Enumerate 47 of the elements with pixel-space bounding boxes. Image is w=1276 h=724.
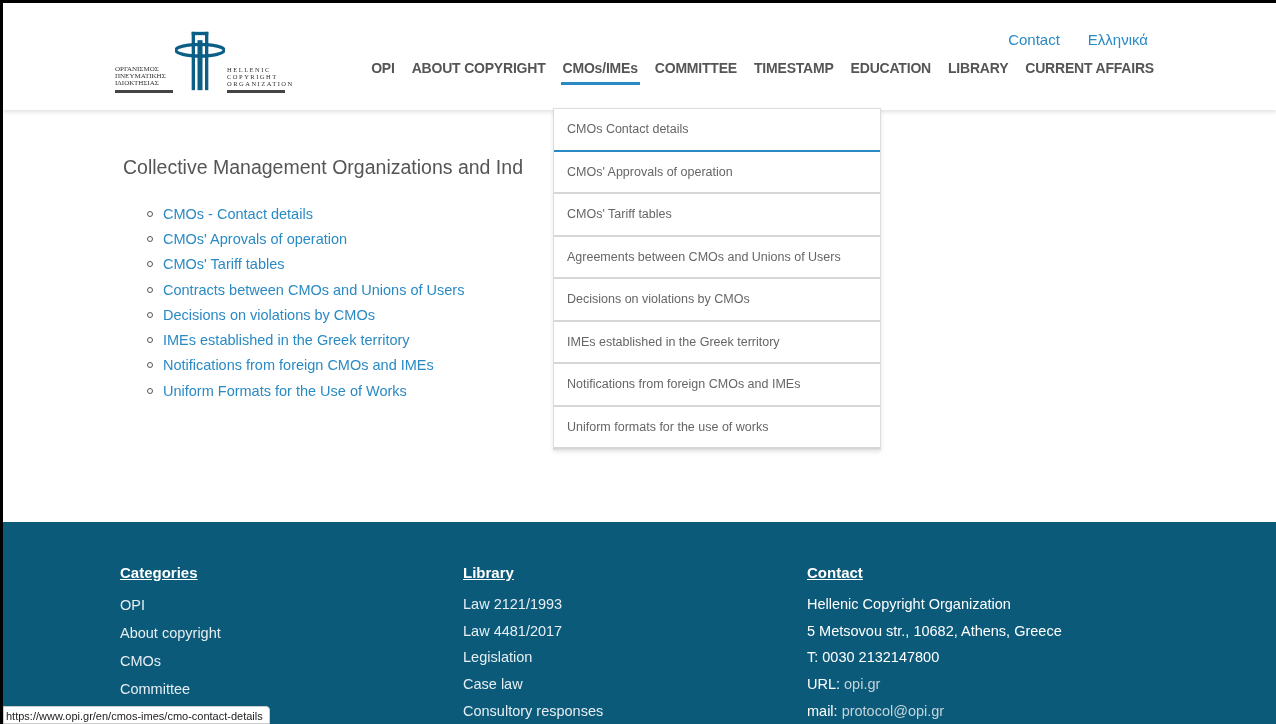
menu-item[interactable]: Uniform formats for the use of works	[554, 406, 880, 449]
header-link[interactable]: Ελληνικά	[1087, 31, 1148, 49]
menu-item[interactable]: Agreements between CMOs and Unions of Users	[554, 236, 880, 279]
footer-link[interactable]: About copyright	[120, 619, 221, 647]
contact-text: mail:	[807, 702, 838, 719]
contact-link[interactable]: protocol@opi.gr	[841, 702, 945, 719]
header-link[interactable]: Contact	[1008, 31, 1060, 49]
footer-link[interactable]: CMOs	[120, 647, 162, 675]
footer-link[interactable]: OPI	[120, 591, 145, 619]
contact-text: Hellenic Copyright Organization	[807, 596, 1011, 613]
nav-tab[interactable]: ABOUT COPYRIGHT	[409, 56, 548, 85]
footer-link[interactable]: Committee	[120, 675, 191, 703]
nav-tab[interactable]: CMOs/IMEs	[560, 56, 640, 85]
page-heading: Collective Management Organizations and Ind	[123, 156, 523, 179]
nav-tab[interactable]: TIMESTAMP	[752, 56, 836, 85]
menu-item[interactable]: Notifications from foreign CMOs and IMEs	[554, 364, 880, 407]
footer-link[interactable]: Legislation	[463, 644, 533, 671]
nav-tab[interactable]: CURRENT AFFAIRS	[1023, 56, 1156, 85]
contact-text: 5 Metsovou str., 10682, Athens, Greece	[807, 622, 1062, 639]
page-link[interactable]: Decisions on violations by CMOs	[163, 306, 375, 323]
contact-link[interactable]: opi.gr	[844, 676, 881, 693]
footer-heading[interactable]: Contact	[807, 564, 863, 581]
page-link[interactable]: IMEs established in the Greek territory	[163, 332, 410, 349]
footer-link[interactable]: Law 2121/1993	[463, 591, 563, 618]
page-link[interactable]: CMOs' Tariff tables	[163, 256, 285, 273]
page-link[interactable]: CMOs - Contact details	[163, 205, 313, 222]
page-link[interactable]: Notifications from foreign CMOs and IMEs	[163, 357, 434, 374]
footer-heading[interactable]: Library	[463, 564, 514, 581]
menu-item[interactable]: CMOs' Approvals of operation	[554, 151, 880, 194]
footer-link[interactable]: Law 4481/2017	[463, 617, 563, 645]
menu-item[interactable]: IMEs established in the Greek territory	[554, 321, 880, 364]
page-link[interactable]: Uniform Formats for the Use of Works	[163, 382, 407, 399]
nav-tab[interactable]: COMMITTEE	[652, 56, 739, 85]
page-link[interactable]: Contracts between CMOs and Unions of Users	[163, 281, 465, 298]
nav-tab[interactable]: LIBRARY	[946, 56, 1011, 85]
nav-tab[interactable]: OPI	[369, 56, 397, 85]
menu-item[interactable]: CMOs' Tariff tables	[554, 194, 880, 237]
status-bar-url: https://www.opi.gr/en/cmos-imes/cmo-contact-details	[3, 706, 270, 724]
nav-tab[interactable]: EDUCATION	[848, 56, 933, 85]
contact-text: T: 0030 2132147800	[807, 649, 940, 666]
footer-link[interactable]: Consultory responses	[463, 697, 604, 724]
page-link[interactable]: CMOs' Aprovals of operation	[163, 230, 348, 247]
menu-item[interactable]: CMOs Contact details	[554, 109, 880, 152]
footer-heading[interactable]: Categories	[120, 564, 198, 581]
contact-text: URL:	[807, 676, 841, 693]
footer-link[interactable]: Case law	[463, 670, 523, 698]
menu-item[interactable]: Decisions on violations by CMOs	[554, 279, 880, 322]
